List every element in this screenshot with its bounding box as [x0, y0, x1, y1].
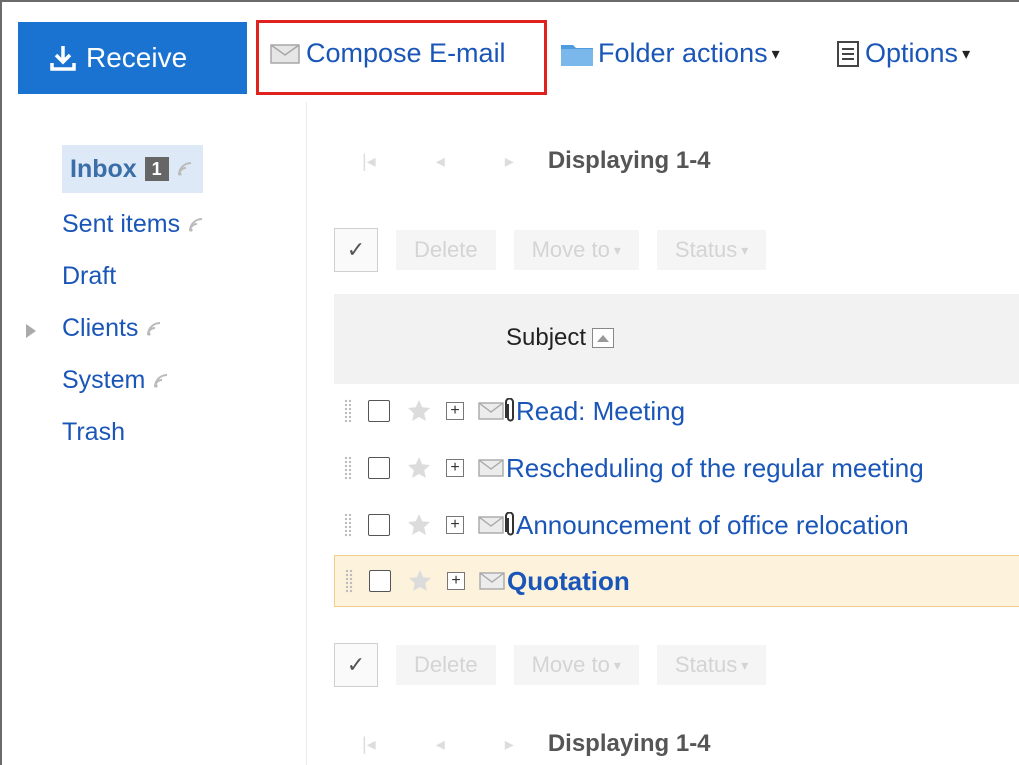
- folder-actions-menu[interactable]: Folder actions ▾: [560, 38, 780, 69]
- folder-actions-label: Folder actions: [598, 38, 768, 68]
- expand-thread-icon[interactable]: +: [446, 516, 464, 534]
- rss-icon: [189, 217, 203, 232]
- list-header: Subject: [334, 294, 1019, 384]
- folder-label: Trash: [62, 418, 125, 446]
- subject-header-label: Subject: [506, 324, 587, 351]
- row-checkbox[interactable]: [369, 570, 391, 592]
- mail-row[interactable]: + Read: Meeting: [334, 385, 1019, 437]
- next-page-icon[interactable]: ▸: [505, 151, 514, 172]
- row-checkbox[interactable]: [368, 400, 390, 422]
- toolbar: Receive Compose E-mail Folder actions ▾ …: [2, 2, 1019, 102]
- move-to-label: Move to: [531, 237, 610, 262]
- download-icon: [50, 46, 76, 71]
- next-page-icon[interactable]: ▸: [505, 734, 514, 755]
- delete-button[interactable]: Delete: [396, 645, 496, 685]
- expand-thread-icon[interactable]: +: [446, 459, 464, 477]
- options-menu[interactable]: Options ▾: [837, 38, 970, 69]
- chevron-down-icon: ▾: [771, 45, 780, 63]
- chevron-down-icon: ▾: [962, 45, 971, 63]
- delete-button[interactable]: Delete: [396, 230, 496, 270]
- mail-icon: [478, 402, 504, 420]
- mail-subject-link[interactable]: Quotation: [507, 566, 630, 597]
- prev-page-icon[interactable]: ◂: [436, 151, 445, 172]
- move-to-button[interactable]: Move to ▾: [513, 645, 639, 685]
- receive-button[interactable]: Receive: [18, 22, 247, 94]
- status-button[interactable]: Status ▾: [656, 645, 767, 685]
- first-page-icon[interactable]: |◂: [362, 734, 376, 755]
- options-label: Options: [865, 38, 959, 68]
- folder-system[interactable]: System: [62, 366, 169, 395]
- folder-label: Draft: [62, 262, 117, 290]
- mail-icon: [479, 572, 505, 590]
- move-to-button[interactable]: Move to ▾: [513, 230, 639, 270]
- drag-handle[interactable]: [345, 569, 353, 593]
- compose-label: Compose E-mail: [306, 38, 506, 68]
- sort-ascending-icon[interactable]: [592, 328, 615, 348]
- folder-label: Inbox: [70, 154, 137, 183]
- expand-thread-icon[interactable]: +: [447, 572, 465, 590]
- mail-row-selected[interactable]: + Quotation: [334, 555, 1019, 607]
- folder-sidebar: [2, 102, 307, 765]
- displaying-range: Displaying 1-4: [547, 147, 711, 174]
- folder-clients[interactable]: Clients: [62, 314, 162, 343]
- folder-sent-items[interactable]: Sent items: [62, 210, 204, 239]
- rss-icon: [154, 373, 168, 388]
- expand-triangle-icon[interactable]: [26, 324, 36, 338]
- pager-bottom: |◂ ◂ ▸ Displaying 1-4: [362, 730, 711, 758]
- expand-thread-icon[interactable]: +: [446, 402, 464, 420]
- folder-inbox[interactable]: Inbox 1: [62, 145, 203, 193]
- row-checkbox[interactable]: [368, 514, 390, 536]
- displaying-range: Displaying 1-4: [547, 730, 711, 757]
- rss-icon: [147, 321, 161, 336]
- mail-subject-link[interactable]: Rescheduling of the regular meeting: [506, 453, 924, 484]
- subject-column-header[interactable]: Subject: [506, 324, 615, 352]
- mail-icon: [478, 459, 504, 477]
- mail-icon: [270, 43, 300, 64]
- row-checkbox[interactable]: [368, 457, 390, 479]
- status-label: Status: [674, 237, 738, 262]
- drag-handle[interactable]: [344, 513, 352, 537]
- attachment-icon: [505, 398, 514, 422]
- pager-top: |◂ ◂ ▸ Displaying 1-4: [362, 147, 711, 175]
- status-button[interactable]: Status ▾: [656, 230, 767, 270]
- drag-handle[interactable]: [344, 399, 352, 423]
- folder-draft[interactable]: Draft: [62, 262, 116, 291]
- star-icon[interactable]: [406, 455, 432, 481]
- star-icon[interactable]: [406, 398, 432, 424]
- mail-row[interactable]: + Announcement of office relocation: [334, 499, 1019, 551]
- attachment-icon: [505, 512, 514, 536]
- first-page-icon[interactable]: |◂: [362, 151, 376, 172]
- list-icon: [837, 40, 859, 67]
- mail-app-window: Receive Compose E-mail Folder actions ▾ …: [0, 0, 1019, 765]
- mail-subject-link[interactable]: Announcement of office relocation: [516, 510, 909, 541]
- move-to-label: Move to: [531, 652, 610, 677]
- folder-label: Clients: [62, 314, 139, 342]
- folder-label: Sent items: [62, 210, 181, 238]
- folder-icon: [561, 44, 593, 66]
- select-all-checkbox[interactable]: ✓: [334, 228, 378, 272]
- status-label: Status: [674, 652, 738, 677]
- chevron-down-icon: ▾: [741, 241, 749, 258]
- mail-icon: [478, 516, 504, 534]
- unread-count-badge: 1: [144, 157, 169, 181]
- prev-page-icon[interactable]: ◂: [436, 734, 445, 755]
- actions-top: ✓ Delete Move to ▾ Status ▾: [334, 228, 767, 272]
- drag-handle[interactable]: [344, 456, 352, 480]
- compose-email-button[interactable]: Compose E-mail: [270, 38, 506, 69]
- mail-row[interactable]: + Rescheduling of the regular meeting: [334, 442, 1019, 494]
- select-all-checkbox[interactable]: ✓: [334, 643, 378, 687]
- chevron-down-icon: ▾: [613, 241, 621, 258]
- actions-bottom: ✓ Delete Move to ▾ Status ▾: [334, 643, 767, 687]
- folder-label: System: [62, 366, 146, 394]
- mail-subject-link[interactable]: Read: Meeting: [516, 396, 685, 427]
- rss-icon: [177, 162, 191, 176]
- star-icon[interactable]: [407, 568, 433, 594]
- chevron-down-icon: ▾: [741, 656, 749, 673]
- chevron-down-icon: ▾: [613, 656, 621, 673]
- star-icon[interactable]: [406, 512, 432, 538]
- folder-trash[interactable]: Trash: [62, 418, 125, 447]
- receive-label: Receive: [86, 42, 188, 73]
